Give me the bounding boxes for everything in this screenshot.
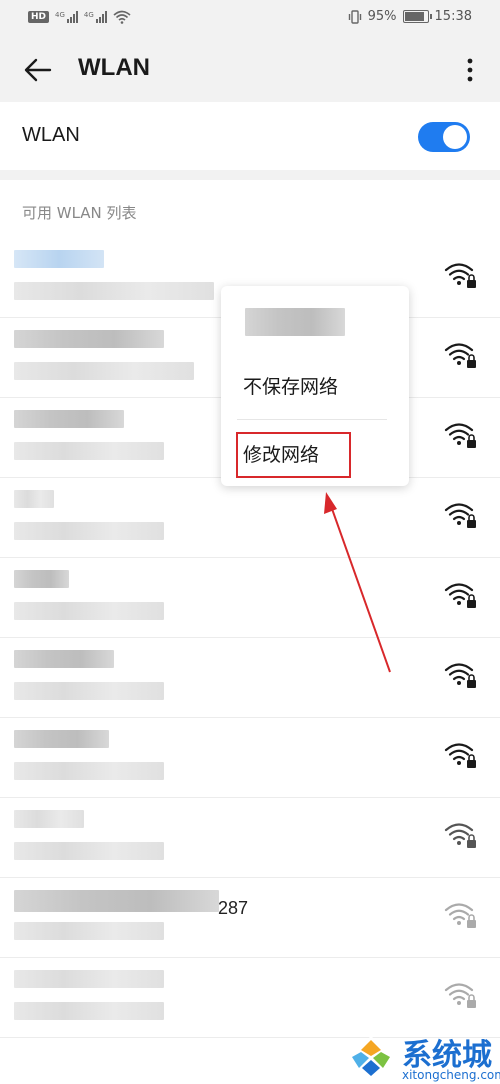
watermark: 系统城 xitongcheng.com [344, 1030, 500, 1084]
signal-label: 4G [55, 11, 65, 19]
network-name-blurred [14, 650, 114, 668]
status-bar-left: HD 4G 4G [28, 10, 131, 24]
vibrate-icon [348, 9, 361, 24]
page-title: WLAN [78, 54, 150, 81]
wlan-toggle-label: WLAN [22, 124, 80, 146]
more-vertical-icon[interactable] [458, 54, 482, 86]
network-row[interactable] [0, 958, 500, 1038]
popup-network-name-blurred [245, 308, 345, 336]
network-status-blurred [14, 362, 194, 380]
network-name-suffix: 287 [218, 898, 249, 918]
network-name-blurred [14, 970, 164, 988]
wifi-lock-icon [444, 823, 476, 848]
wifi-lock-icon [444, 583, 476, 608]
network-name-blurred [14, 330, 164, 348]
forget-network-menu-item[interactable]: 不保存网络 [243, 372, 338, 399]
signal-icon: 4G [55, 11, 78, 23]
menu-divider [237, 419, 387, 420]
clock: 15:38 [434, 9, 472, 24]
section-header: 可用 WLAN 列表 [22, 204, 137, 222]
signal-icon-2: 4G [84, 11, 107, 23]
watermark-logo [348, 1036, 394, 1078]
wifi-lock-icon [444, 903, 476, 928]
network-status-blurred [14, 922, 164, 940]
wifi-lock-icon [444, 423, 476, 448]
network-name-blurred [14, 410, 124, 428]
network-status-blurred [14, 682, 164, 700]
network-status-blurred [14, 282, 214, 300]
network-row[interactable] [0, 478, 500, 558]
network-name-blurred [14, 250, 104, 268]
wlan-settings-screen: HD 4G 4G 95% 15:38 WLAN WLAN 可用 WLAN 列表 … [0, 0, 500, 1084]
network-status-blurred [14, 842, 164, 860]
wifi-lock-icon [444, 743, 476, 768]
network-status-blurred [14, 522, 164, 540]
network-row[interactable] [0, 638, 500, 718]
wifi-lock-icon [444, 663, 476, 688]
wlan-switch[interactable] [418, 122, 470, 152]
hd-badge: HD [28, 11, 50, 23]
highlight-box [236, 432, 351, 478]
network-row[interactable] [0, 718, 500, 798]
network-name-blurred [14, 490, 54, 508]
network-status-blurred [14, 1002, 164, 1020]
network-row[interactable] [0, 798, 500, 878]
wifi-lock-icon [444, 263, 476, 288]
network-status-blurred [14, 602, 164, 620]
status-bar: HD 4G 4G 95% 15:38 [0, 0, 500, 36]
battery-icon [402, 10, 432, 23]
network-status-blurred [14, 442, 164, 460]
app-bar: WLAN [0, 36, 500, 102]
signal-label-2: 4G [83, 11, 94, 19]
network-name-blurred [14, 890, 219, 912]
battery-fill [404, 12, 425, 21]
wlan-toggle-row[interactable]: WLAN [0, 102, 500, 170]
wifi-lock-icon [444, 343, 476, 368]
arrow-left-icon[interactable] [22, 54, 54, 86]
wifi-lock-icon [444, 983, 476, 1008]
network-row[interactable] [0, 558, 500, 638]
network-row[interactable]: 287 [0, 878, 500, 958]
battery-percent: 95% [367, 9, 397, 24]
network-name-blurred [14, 810, 84, 828]
network-name-blurred [14, 570, 69, 588]
switch-knob [443, 125, 467, 149]
watermark-sub: xitongcheng.com [402, 1068, 500, 1082]
network-status-blurred [14, 762, 164, 780]
wifi-status-icon [113, 10, 131, 24]
wifi-lock-icon [444, 503, 476, 528]
status-bar-right: 95% 15:38 [348, 9, 472, 24]
network-name-blurred [14, 730, 109, 748]
